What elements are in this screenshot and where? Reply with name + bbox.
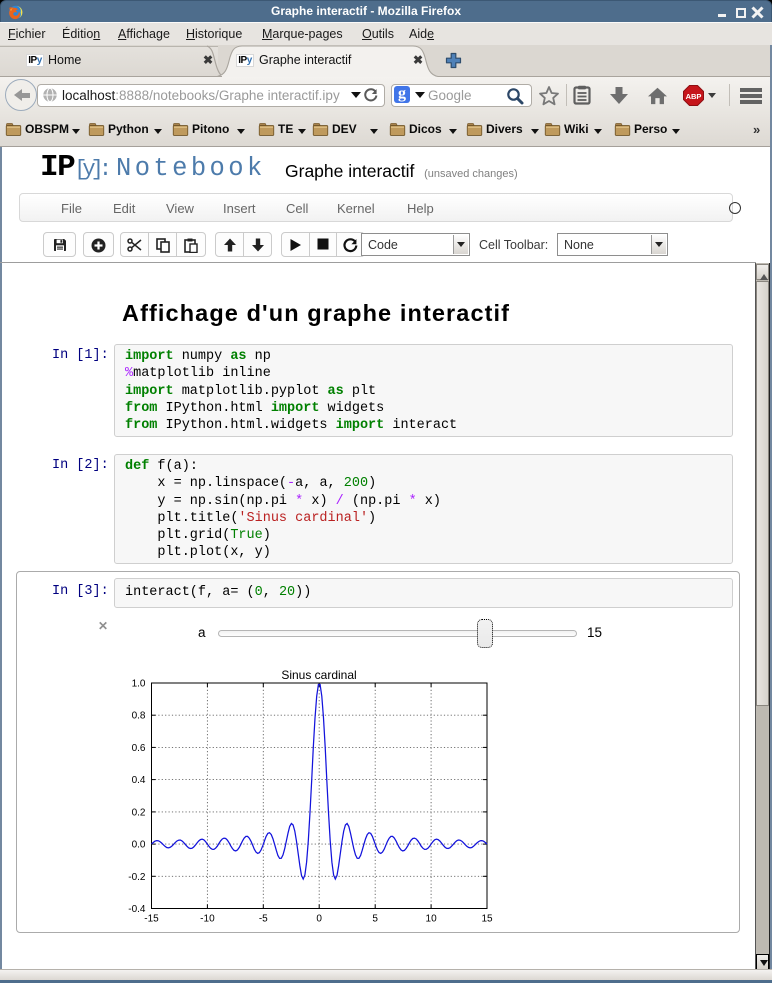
svg-text:0.8: 0.8 xyxy=(132,711,146,722)
svg-text:-15: -15 xyxy=(144,914,159,925)
svg-text:0.6: 0.6 xyxy=(132,743,146,754)
svg-text:0: 0 xyxy=(316,914,322,925)
svg-text:15: 15 xyxy=(481,914,493,925)
svg-text:0.0: 0.0 xyxy=(132,840,146,851)
svg-text:1.0: 1.0 xyxy=(132,679,146,690)
svg-text:-0.4: -0.4 xyxy=(128,904,146,915)
svg-text:0.2: 0.2 xyxy=(132,807,146,818)
svg-text:-0.2: -0.2 xyxy=(128,872,146,883)
svg-text:10: 10 xyxy=(426,914,438,925)
svg-text:0.4: 0.4 xyxy=(132,775,146,786)
svg-text:5: 5 xyxy=(372,914,378,925)
svg-text:Sinus cardinal: Sinus cardinal xyxy=(281,668,356,682)
svg-text:-10: -10 xyxy=(200,914,215,925)
svg-text:ABP: ABP xyxy=(686,92,702,101)
svg-text:-5: -5 xyxy=(259,914,268,925)
